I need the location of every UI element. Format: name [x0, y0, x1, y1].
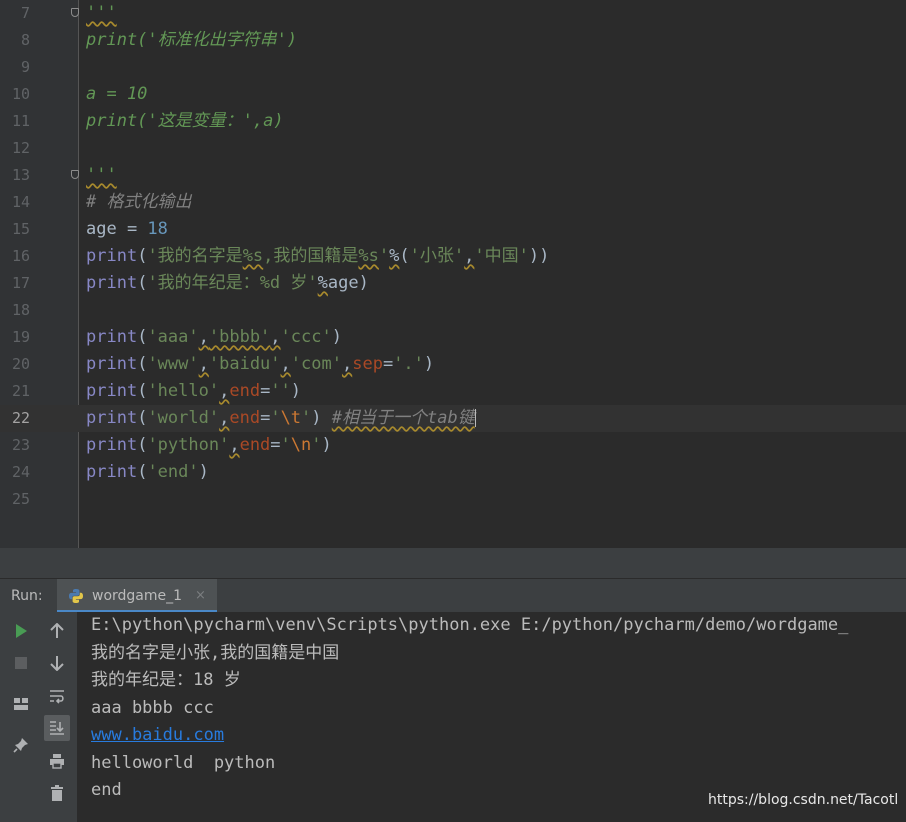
- run-tool-window-header: Run: wordgame_1 ×: [0, 578, 906, 613]
- pin-icon[interactable]: [8, 732, 34, 758]
- console-line: 我的年纪是：18 岁: [91, 670, 241, 690]
- line-number: 7: [20, 4, 30, 22]
- code-text: print('我的名字是%s,我的国籍是%s'%('小张','中国')): [86, 246, 550, 266]
- up-arrow-icon[interactable]: [44, 618, 70, 644]
- down-arrow-icon[interactable]: [44, 650, 70, 676]
- line-number: 21: [11, 382, 30, 400]
- code-line-19[interactable]: 19 print('aaa','bbbb','ccc'): [0, 324, 906, 351]
- code-line-8[interactable]: 8 print('标准化出字符串'): [0, 27, 906, 54]
- line-number: 17: [11, 274, 30, 292]
- code-text: print('www','baidu','com',sep='.'): [86, 354, 435, 374]
- line-number: 15: [11, 220, 30, 238]
- run-label: Run:: [11, 588, 43, 604]
- code-text: print('end'): [86, 462, 209, 482]
- close-icon[interactable]: ×: [195, 579, 206, 613]
- fold-marker-icon[interactable]: [71, 8, 79, 17]
- code-text: print('标准化出字符串'): [86, 30, 298, 50]
- python-icon: [68, 588, 84, 604]
- line-number: 24: [11, 463, 30, 481]
- line-number: 12: [11, 139, 30, 157]
- stop-icon[interactable]: [8, 650, 34, 676]
- code-text: age = 18: [86, 219, 168, 239]
- panel-splitter[interactable]: [0, 548, 906, 578]
- rerun-icon[interactable]: [8, 618, 34, 644]
- soft-wrap-icon[interactable]: [44, 683, 70, 709]
- code-text: print('world',end='\t') #相当于一个tab键: [86, 408, 476, 428]
- code-line-21[interactable]: 21 print('hello',end=''): [0, 378, 906, 405]
- console-line: aaa bbbb ccc: [91, 698, 214, 718]
- console-output[interactable]: E:\python\pycharm\venv\Scripts\python.ex…: [78, 612, 906, 822]
- print-icon[interactable]: [44, 748, 70, 774]
- line-number: 13: [11, 166, 30, 184]
- console-line: 我的名字是小张,我的国籍是中国: [91, 643, 340, 663]
- code-line-12[interactable]: 12: [0, 135, 906, 162]
- text-caret: [474, 409, 476, 427]
- layout-icon[interactable]: [8, 691, 34, 717]
- console-line: E:\python\pycharm\venv\Scripts\python.ex…: [91, 615, 849, 635]
- code-line-15[interactable]: 15 age = 18: [0, 216, 906, 243]
- line-number: 19: [11, 328, 30, 346]
- code-text: a = 10: [86, 84, 148, 104]
- code-line-24[interactable]: 24 print('end'): [0, 459, 906, 486]
- trash-icon[interactable]: [44, 780, 70, 806]
- code-text: print('我的年纪是：%d 岁'%age): [86, 273, 369, 293]
- code-line-14[interactable]: 14 # 格式化输出: [0, 189, 906, 216]
- console-line: helloworld python: [91, 753, 276, 773]
- line-number: 16: [11, 247, 30, 265]
- line-number: 20: [11, 355, 30, 373]
- line-number: 9: [20, 58, 30, 76]
- code-line-7[interactable]: 7 ''': [0, 0, 906, 27]
- line-number: 18: [11, 301, 30, 319]
- line-number: 23: [11, 436, 30, 454]
- code-line-25[interactable]: 25: [0, 486, 906, 513]
- code-line-18[interactable]: 18: [0, 297, 906, 324]
- code-line-9[interactable]: 9: [0, 54, 906, 81]
- code-text: print('aaa','bbbb','ccc'): [86, 327, 342, 347]
- code-line-11[interactable]: 11 print('这是变量：',a): [0, 108, 906, 135]
- docstring-delimiter: ''': [86, 3, 117, 23]
- line-number: 8: [20, 31, 30, 49]
- scroll-to-end-icon[interactable]: [44, 715, 70, 741]
- line-number: 14: [11, 193, 30, 211]
- run-config-tab[interactable]: wordgame_1 ×: [57, 579, 217, 613]
- console-line: end: [91, 780, 122, 800]
- code-line-17[interactable]: 17 print('我的年纪是：%d 岁'%age): [0, 270, 906, 297]
- line-number: 11: [11, 112, 30, 130]
- code-text: print('这是变量：',a): [86, 111, 284, 131]
- run-tab-label: wordgame_1: [92, 588, 183, 604]
- code-text: print('hello',end=''): [86, 381, 302, 401]
- code-line-23[interactable]: 23 print('python',end='\n'): [0, 432, 906, 459]
- docstring-delimiter: ''': [86, 165, 117, 185]
- watermark: https://blog.csdn.net/Tacotl: [708, 792, 899, 808]
- code-line-20[interactable]: 20 print('www','baidu','com',sep='.'): [0, 351, 906, 378]
- run-toolbar: [0, 612, 78, 822]
- current-line-number: 22: [11, 409, 30, 427]
- code-text: print('python',end='\n'): [86, 435, 332, 455]
- code-comment: # 格式化输出: [86, 192, 192, 212]
- console-link[interactable]: www.baidu.com: [91, 722, 224, 749]
- line-number: 25: [11, 490, 30, 508]
- code-editor[interactable]: 7 ''' 8 print('标准化出字符串') 9 10 a = 10 11 …: [0, 0, 906, 548]
- code-line-13[interactable]: 13 ''': [0, 162, 906, 189]
- fold-marker-icon[interactable]: [71, 170, 79, 179]
- line-number: 10: [11, 85, 30, 103]
- code-line-16[interactable]: 16 print('我的名字是%s,我的国籍是%s'%('小张','中国')): [0, 243, 906, 270]
- code-line-10[interactable]: 10 a = 10: [0, 81, 906, 108]
- code-line-22[interactable]: 22 print('world',end='\t') #相当于一个tab键: [0, 405, 906, 432]
